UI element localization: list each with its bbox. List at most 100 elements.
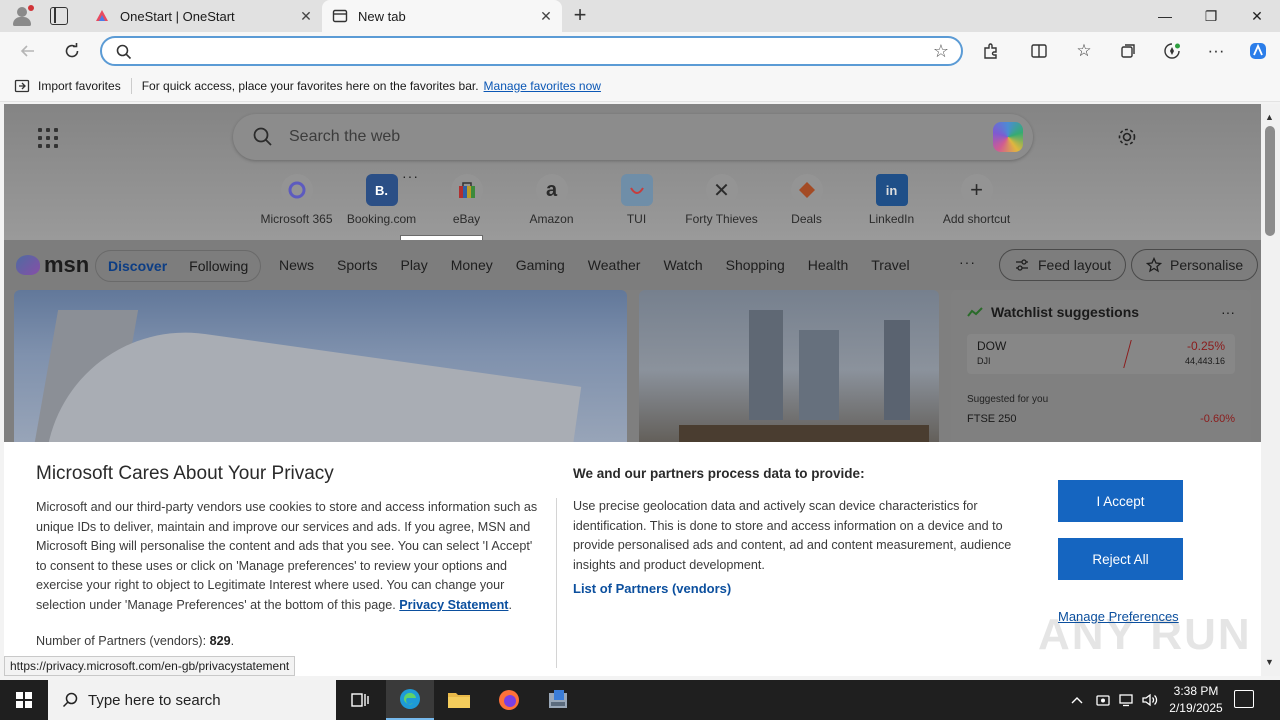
new-tab-button[interactable]: + [568, 4, 592, 28]
page-settings-gear-icon[interactable] [1116, 126, 1138, 154]
shortcut-forty-thieves[interactable]: ✕ Forty Thieves [679, 174, 764, 226]
network-icon[interactable] [1118, 680, 1136, 720]
shortcut-amazon[interactable]: a Amazon [509, 174, 594, 226]
card-image [799, 330, 839, 420]
taskbar-app[interactable] [534, 680, 582, 720]
volume-icon[interactable] [1141, 680, 1159, 720]
manage-preferences-link[interactable]: Manage Preferences [1058, 609, 1179, 624]
personalise-button[interactable]: Personalise [1131, 249, 1259, 281]
taskbar-edge[interactable] [386, 680, 434, 720]
scroll-down-icon[interactable]: ▼ [1265, 657, 1274, 667]
close-tab-icon[interactable]: ✕ [296, 8, 316, 25]
add-icon: + [960, 174, 993, 206]
msn-nav-more-icon[interactable]: ··· [959, 254, 976, 270]
ebay-icon [450, 174, 483, 206]
browser-essentials-icon[interactable] [1159, 39, 1185, 63]
manage-favorites-link[interactable]: Manage favorites now [484, 79, 601, 93]
shortcut-deals[interactable]: Deals [764, 174, 849, 226]
minimize-button[interactable]: — [1142, 0, 1188, 32]
nav-gaming[interactable]: Gaming [516, 257, 565, 273]
installer-icon [549, 690, 567, 708]
shortcut-tui[interactable]: TUI [594, 174, 679, 226]
page-scrollbar[interactable]: ▲ ▼ [1261, 104, 1280, 676]
refresh-button[interactable] [60, 39, 84, 63]
news-card[interactable] [639, 290, 939, 450]
stock-row[interactable]: DOW DJI -0.25% 44,443.16 [967, 334, 1235, 374]
shortcut-label: TUI [626, 212, 647, 226]
tab-onestart[interactable]: OneStart | OneStart ✕ [84, 0, 322, 32]
address-input[interactable] [142, 41, 922, 61]
feed-layout-button[interactable]: Feed layout [999, 249, 1127, 281]
nav-money[interactable]: Money [451, 257, 493, 273]
nav-health[interactable]: Health [808, 257, 848, 273]
card-image [749, 310, 783, 420]
task-view-button[interactable] [336, 680, 384, 720]
accept-button[interactable]: I Accept [1058, 480, 1183, 522]
collections-icon[interactable] [1115, 39, 1141, 63]
start-button[interactable] [0, 680, 48, 720]
tab-actions-icon[interactable] [50, 7, 68, 25]
nav-play[interactable]: Play [400, 257, 427, 273]
msn-logo[interactable]: msn [16, 252, 89, 278]
stock-row[interactable]: FTSE 250 -0.60% [967, 413, 1235, 425]
taskbar-firefox[interactable] [485, 680, 533, 720]
copilot-icon[interactable] [1245, 39, 1271, 63]
import-favorites-button[interactable]: Import favorites [14, 78, 121, 94]
partners-list-link[interactable]: List of Partners (vendors) [573, 581, 731, 596]
tab-following[interactable]: Following [189, 258, 248, 274]
shortcut-linkedin[interactable]: in LinkedIn [849, 174, 934, 226]
extensions-icon[interactable] [978, 39, 1004, 63]
nav-shopping[interactable]: Shopping [726, 257, 785, 273]
close-window-button[interactable]: ✕ [1234, 0, 1280, 32]
favorites-icon[interactable]: ☆ [1071, 39, 1097, 63]
consent-purposes: Use precise geolocation data and activel… [573, 499, 1012, 572]
firefox-icon [499, 690, 519, 710]
notification-center-icon[interactable] [1234, 690, 1254, 708]
scroll-up-icon[interactable]: ▲ [1265, 112, 1274, 122]
nav-sports[interactable]: Sports [337, 257, 377, 273]
system-clock[interactable]: 3:38 PM 2/19/2025 [1166, 683, 1226, 717]
shortcut-ebay[interactable]: eBay [424, 174, 509, 226]
copilot-search-icon[interactable] [993, 122, 1023, 152]
taskbar-search[interactable]: Type here to search [48, 680, 336, 720]
scroll-thumb[interactable] [1265, 126, 1275, 236]
nav-watch[interactable]: Watch [663, 257, 702, 273]
favorite-star-icon[interactable]: ☆ [933, 41, 949, 62]
taskbar-file-explorer[interactable] [435, 680, 483, 720]
sliders-icon [1016, 259, 1028, 271]
meet-now-icon[interactable] [1095, 680, 1111, 720]
reject-all-button[interactable]: Reject All [1058, 538, 1183, 580]
profile-icon[interactable] [10, 5, 34, 27]
shortcut-microsoft-365[interactable]: Microsoft 365 [254, 174, 339, 226]
restore-button[interactable]: ❐ [1188, 0, 1234, 32]
folder-icon [448, 693, 470, 708]
add-shortcut-button[interactable]: + Add shortcut [934, 174, 1019, 226]
stock-index: DJI [977, 356, 991, 366]
browser-toolbar: ☆ ☆ ··· [0, 32, 1280, 70]
show-hidden-icons[interactable] [1070, 680, 1084, 720]
deals-icon [790, 174, 823, 206]
hero-news-card[interactable] [14, 290, 627, 450]
tab-new-tab[interactable]: New tab ✕ [322, 0, 562, 32]
windows-taskbar: Type here to search 3:38 PM 2/19/2025 [0, 680, 1280, 720]
split-screen-icon[interactable] [1026, 39, 1052, 63]
nav-weather[interactable]: Weather [588, 257, 641, 273]
address-bar[interactable]: ☆ [100, 36, 963, 66]
tab-discover[interactable]: Discover [108, 258, 167, 274]
privacy-consent-dialog: Microsoft Cares About Your Privacy Micro… [4, 442, 1261, 676]
app-launcher-icon[interactable] [38, 128, 58, 148]
web-search-box[interactable]: Search the web [233, 114, 1033, 160]
favorites-bar: Import favorites For quick access, place… [0, 70, 1280, 102]
watchlist-more-icon[interactable]: ··· [1221, 304, 1235, 320]
privacy-statement-link[interactable]: Privacy Statement [399, 598, 508, 612]
back-button[interactable] [16, 39, 40, 63]
shortcut-label: Booking.com [346, 212, 417, 226]
search-icon [116, 44, 132, 60]
back-arrow-icon [20, 45, 34, 57]
close-tab-icon[interactable]: ✕ [536, 8, 556, 25]
web-search-placeholder: Search the web [289, 128, 401, 145]
shortcut-more-icon[interactable]: ··· [402, 168, 419, 184]
settings-more-icon[interactable]: ··· [1203, 39, 1229, 63]
nav-travel[interactable]: Travel [871, 257, 909, 273]
nav-news[interactable]: News [279, 257, 314, 273]
